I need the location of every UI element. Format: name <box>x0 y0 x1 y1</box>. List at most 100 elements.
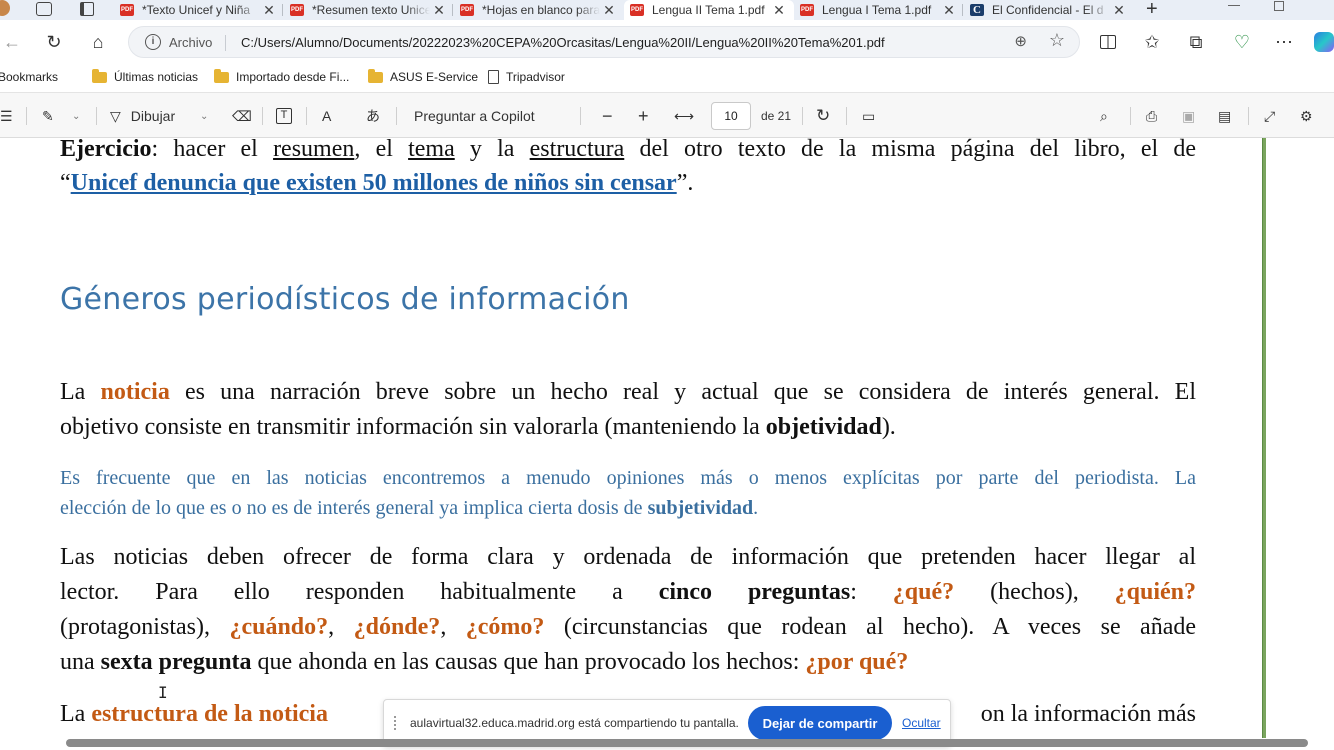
tab-title: *Hojas en blanco para <box>482 3 600 17</box>
close-icon[interactable]: ✕ <box>1112 2 1126 19</box>
bookmark-importado[interactable]: Importado desde Fi... <box>214 68 349 84</box>
workspaces-icon[interactable] <box>36 2 52 16</box>
contents-icon[interactable]: ☰ <box>0 105 13 127</box>
file-scheme-label: Archivo <box>169 35 213 50</box>
text: La <box>60 701 92 727</box>
draw-label: Dibujar <box>130 108 176 124</box>
url-text[interactable]: C:/Users/Alumno/Documents/20222023%20CEP… <box>241 35 885 50</box>
close-icon[interactable]: ✕ <box>432 2 446 19</box>
page-view-icon[interactable]: ▭ <box>862 105 875 127</box>
text: (circunstancias que rodean al hecho). A … <box>544 614 1197 640</box>
pdf-icon: PDF <box>460 4 474 16</box>
zoom-in-icon[interactable]: + <box>638 105 649 127</box>
fullscreen-icon[interactable]: ⤢ <box>1264 105 1275 127</box>
horizontal-scrollbar[interactable] <box>66 739 1308 747</box>
address-bar[interactable]: i Archivo C:/Users/Alumno/Documents/2022… <box>128 26 1080 58</box>
page-number-input[interactable]: 10 <box>711 102 751 130</box>
unicef-article-link[interactable]: Unicef denuncia que existen 50 millones … <box>71 170 677 196</box>
tab-resumen-texto[interactable]: PDF *Resumen texto Unicef ✕ <box>290 0 450 20</box>
save-as-icon[interactable]: ▤ <box>1218 105 1231 127</box>
toolbar-divider <box>802 107 803 125</box>
text: es una narración breve sobre un hecho re… <box>169 379 1196 405</box>
bookmarks-bar: Bookmarks Últimas noticias Importado des… <box>0 64 1334 92</box>
tab-title: El Confidencial - El d <box>992 3 1104 17</box>
save-icon[interactable]: ▣ <box>1182 105 1195 127</box>
ask-copilot-button[interactable]: Preguntar a Copilot <box>414 105 535 127</box>
text: Es frecuente que en las noticias encontr… <box>60 467 1196 489</box>
more-options-icon[interactable]: ⋯ <box>1272 30 1296 54</box>
bookmark-asus-eservice[interactable]: ASUS E-Service <box>368 68 478 84</box>
text: del otro texto de la misma página del li… <box>624 138 1197 162</box>
bookmark-bookmarks[interactable]: Bookmarks <box>0 70 58 84</box>
el-confidencial-icon: C <box>970 4 984 16</box>
restore-icon[interactable] <box>1274 1 1284 11</box>
bookmark-label: Bookmarks <box>0 70 59 84</box>
tab-title: Lengua II Tema 1.pdf <box>652 3 765 17</box>
toolbar-divider <box>1248 107 1249 125</box>
close-icon[interactable]: ✕ <box>772 2 786 19</box>
translate-icon[interactable]: あ <box>366 105 380 127</box>
pdf-icon: PDF <box>290 4 304 16</box>
paragraph-line: (protagonistas), ¿cuándo?, ¿dónde?, ¿cóm… <box>60 614 1196 641</box>
toolbar-divider <box>96 107 97 125</box>
pdf-icon: PDF <box>800 4 814 16</box>
note-line: Es frecuente que en las noticias encontr… <box>60 467 1196 490</box>
hide-link[interactable]: Ocultar <box>902 716 941 730</box>
text: Las noticias deben ofrecer de forma clar… <box>60 544 1196 570</box>
close-icon[interactable]: ✕ <box>942 2 956 19</box>
info-icon[interactable]: i <box>145 34 161 50</box>
new-tab-icon[interactable]: + <box>1146 0 1158 21</box>
eraser-icon[interactable]: ⌫ <box>232 105 252 127</box>
zoom-out-icon[interactable]: − <box>602 105 613 127</box>
home-icon[interactable]: ⌂ <box>86 30 110 54</box>
chevron-down-icon[interactable]: ⌄ <box>200 105 208 127</box>
copilot-icon[interactable] <box>1312 30 1334 54</box>
settings-gear-icon[interactable]: ⚙ <box>1300 105 1313 127</box>
refresh-icon[interactable]: ↻ <box>42 30 66 54</box>
total-pages-label: de 21 <box>761 109 792 123</box>
collections-icon[interactable]: ⧉ <box>1184 30 1208 54</box>
search-icon[interactable]: ⌕ <box>1100 105 1108 127</box>
paragraph-line: una sexta pregunta que ahonda en las cau… <box>60 649 1196 676</box>
browser-window: PDF *Texto Unicef y Niña ✕ PDF *Resumen … <box>0 0 1334 750</box>
favorite-star-icon[interactable]: ☆ <box>1049 30 1065 51</box>
tab-lengua-ii-tema-1[interactable]: PDF Lengua II Tema 1.pdf ✕ <box>624 0 794 20</box>
bookmark-tripadvisor[interactable]: Tripadvisor <box>488 70 565 84</box>
paragraph-line: objetivo consiste en transmitir informac… <box>60 414 1196 441</box>
close-icon[interactable]: ✕ <box>262 2 276 19</box>
tab-separator <box>452 4 453 16</box>
close-icon[interactable]: ✕ <box>602 2 616 19</box>
profile-avatar[interactable] <box>0 0 10 16</box>
drag-handle-icon[interactable] <box>394 716 400 730</box>
tab-el-confidencial[interactable]: C El Confidencial - El d ✕ <box>970 0 1130 20</box>
text: resumen <box>273 138 355 162</box>
text-box-icon[interactable]: T <box>276 105 292 127</box>
toolbar-divider <box>306 107 307 125</box>
highlight-icon[interactable]: ✎ <box>42 105 54 127</box>
zoom-icon[interactable]: ⊕ <box>1014 32 1027 50</box>
favorites-icon[interactable]: ✩ <box>1140 30 1164 54</box>
toolbar-divider <box>262 107 263 125</box>
chevron-down-icon[interactable]: ⌄ <box>72 105 80 127</box>
pdf-document-view[interactable]: Ejercicio: hacer el resumen, el tema y l… <box>0 138 1334 750</box>
back-icon[interactable]: ← <box>0 30 24 54</box>
tab-actions-icon[interactable] <box>80 2 94 16</box>
stop-sharing-button[interactable]: Dejar de compartir <box>748 706 892 740</box>
print-icon[interactable]: ⎙ <box>1146 105 1157 127</box>
text: una <box>60 649 101 675</box>
pdf-toolbar: ☰ ✎ ⌄ ▽ Dibujar ⌄ ⌫ T A あ Preguntar a Co… <box>0 92 1334 138</box>
text: , <box>328 614 354 640</box>
read-aloud-icon[interactable]: A <box>322 105 331 127</box>
tab-lengua-i-tema-1[interactable]: PDF Lengua I Tema 1.pdf ✕ <box>800 0 960 20</box>
browser-essentials-icon[interactable]: ♡ <box>1230 30 1254 54</box>
rotate-icon[interactable]: ↻ <box>816 105 830 127</box>
draw-button[interactable]: ▽ Dibujar <box>110 105 175 127</box>
bookmark-ultimas-noticias[interactable]: Últimas noticias <box>92 68 198 84</box>
fit-width-icon[interactable]: ⟷ <box>674 105 694 127</box>
minimize-icon[interactable] <box>1228 5 1240 6</box>
tab-hojas-blanco[interactable]: PDF *Hojas en blanco para ✕ <box>460 0 620 20</box>
split-screen-icon[interactable] <box>1096 30 1120 54</box>
text: : <box>850 579 893 605</box>
exercise-line-1: Ejercicio: hacer el resumen, el tema y l… <box>60 138 1196 163</box>
tab-texto-unicef[interactable]: PDF *Texto Unicef y Niña ✕ <box>120 0 280 20</box>
